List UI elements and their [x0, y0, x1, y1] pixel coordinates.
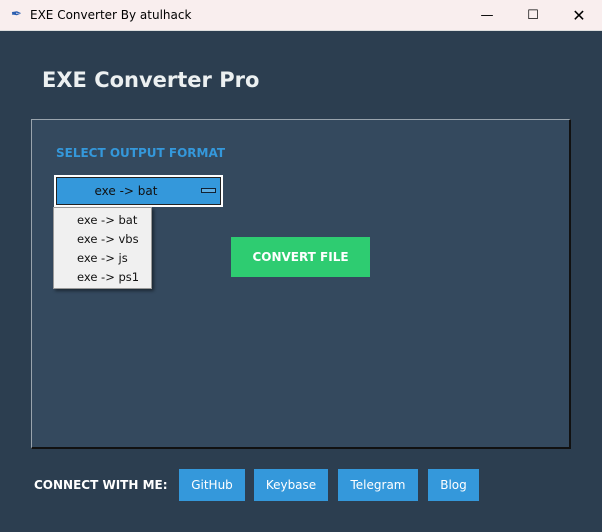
title-bar: ✒ EXE Converter By atulhack — ☐ ✕ — [0, 0, 602, 31]
github-button[interactable]: GitHub — [179, 469, 245, 501]
window-title: EXE Converter By atulhack — [30, 8, 192, 22]
menu-item[interactable]: exe -> vbs — [54, 230, 151, 249]
menu-item[interactable]: exe -> js — [54, 249, 151, 268]
blog-button[interactable]: Blog — [428, 469, 479, 501]
keybase-button[interactable]: Keybase — [254, 469, 328, 501]
app-title: EXE Converter Pro — [42, 68, 260, 92]
dropdown-indicator-icon — [201, 188, 216, 193]
convert-file-button[interactable]: CONVERT FILE — [231, 237, 370, 277]
format-dropdown[interactable]: exe -> bat — [54, 175, 223, 207]
format-label: SELECT OUTPUT FORMAT — [56, 146, 226, 160]
close-button[interactable]: ✕ — [556, 0, 602, 31]
telegram-button[interactable]: Telegram — [338, 469, 418, 501]
connect-label: CONNECT WITH ME: — [34, 478, 168, 492]
feather-icon: ✒ — [11, 7, 22, 22]
format-selected-value: exe -> bat — [94, 184, 158, 198]
menu-item[interactable]: exe -> bat — [54, 211, 151, 230]
minimize-button[interactable]: — — [464, 0, 510, 31]
menu-item[interactable]: exe -> ps1 — [54, 268, 151, 287]
maximize-button[interactable]: ☐ — [510, 0, 556, 31]
format-menu: exe -> bat exe -> vbs exe -> js exe -> p… — [53, 207, 152, 289]
